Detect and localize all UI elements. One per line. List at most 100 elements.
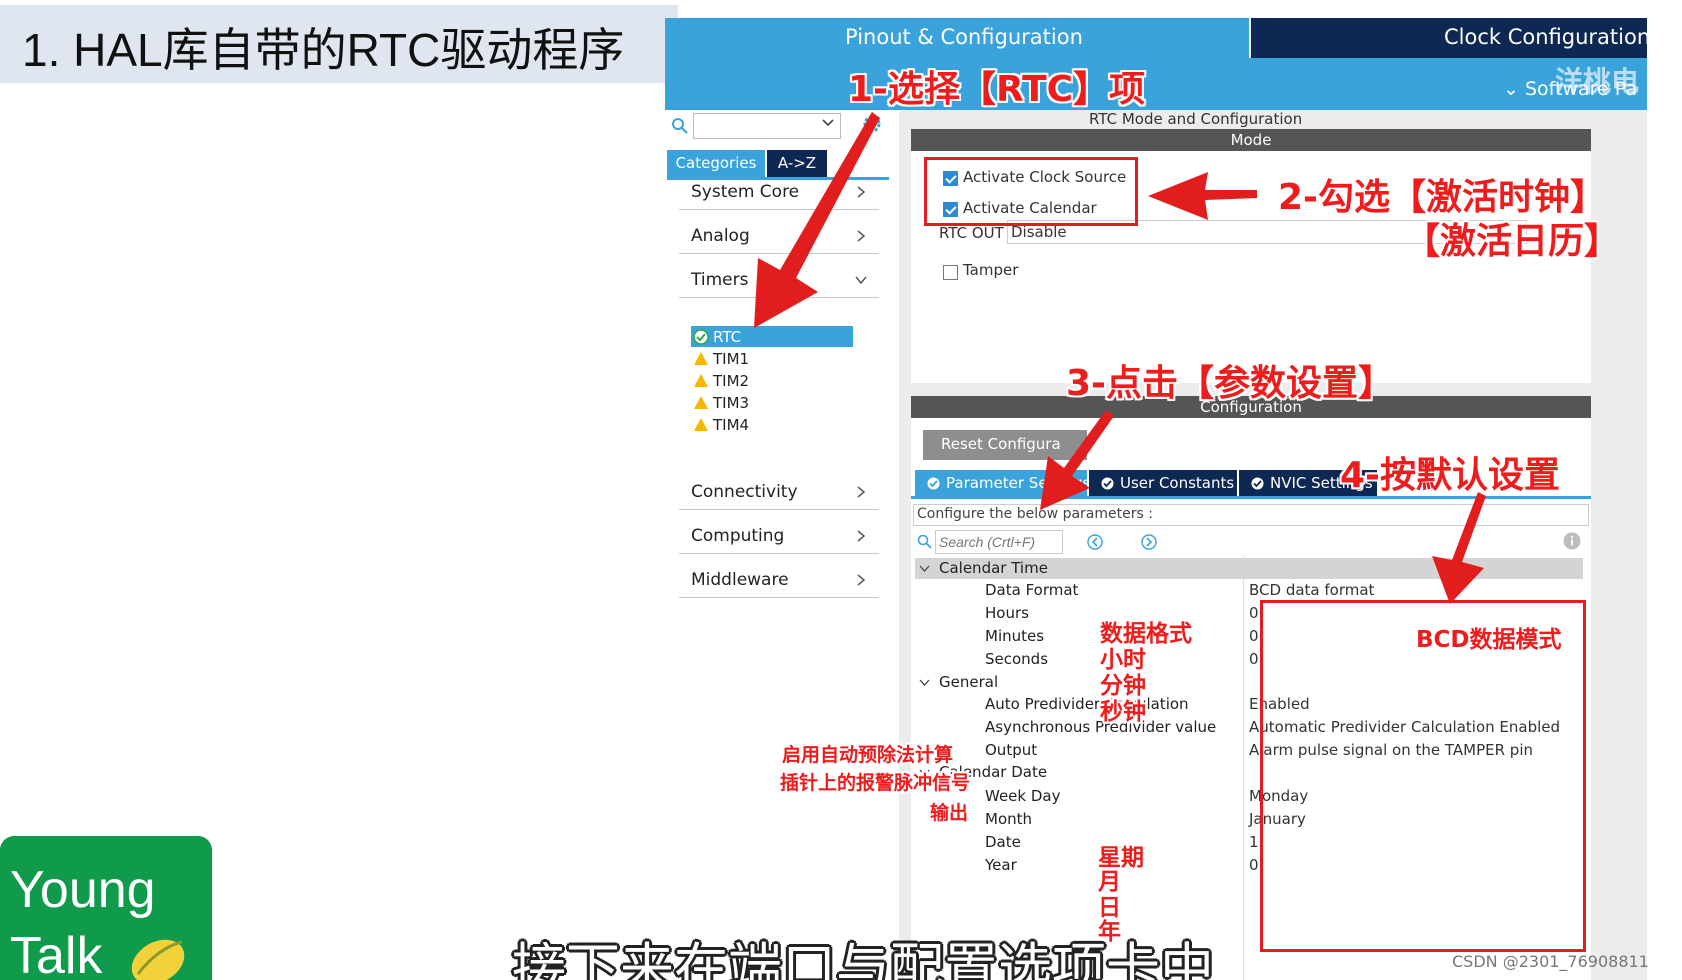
chevron-down-icon [919, 679, 930, 686]
a-z-button[interactable]: A->Z [767, 150, 827, 177]
check-circle-icon [1101, 477, 1114, 490]
group-calendar-time[interactable]: Calendar Time [915, 558, 1583, 579]
param-date: Date [985, 833, 1021, 851]
category-search-combo[interactable] [693, 113, 841, 139]
annotation-step3: 3-点击【参数设置】 [1066, 363, 1394, 404]
chevron-down-icon: ⌄ [1503, 78, 1525, 100]
annotation-seconds: 秒钟 [1100, 699, 1146, 725]
chevron-right-icon [857, 574, 866, 586]
chevron-right-icon [857, 186, 866, 198]
tab-label: User Constants [1120, 474, 1235, 492]
reset-configuration-button[interactable]: Reset Configura [923, 430, 1087, 460]
tab-user-constants[interactable]: User Constants [1089, 470, 1237, 496]
csdn-credit: CSDN @2301_76908811 [1452, 952, 1649, 971]
annotation-auto-predivider: 启用自动预除法计算 [782, 744, 954, 766]
param-auto-predivider: Auto Predivider Calculation [985, 695, 1189, 713]
timer-label: RTC [713, 328, 742, 346]
category-label: Timers [691, 270, 749, 290]
param-year: Year [985, 856, 1017, 874]
tab-clock-configuration[interactable]: Clock Configuration [1251, 18, 1647, 58]
category-label: Analog [691, 226, 750, 246]
tamper-checkbox[interactable] [943, 265, 958, 280]
category-analog[interactable]: Analog [679, 218, 879, 254]
category-connectivity[interactable]: Connectivity [679, 474, 879, 510]
tab-label: Parameter Settings [946, 474, 1091, 492]
watermark: 洋桃电 [1555, 65, 1640, 98]
logo-text-line2: Talk [10, 927, 103, 980]
param-data-format: Data Format [985, 581, 1079, 599]
chevron-right-icon [857, 230, 866, 242]
video-subtitle: 接下来在端口与配置选项卡中 [512, 937, 1214, 980]
chevron-down-icon [855, 276, 867, 285]
tab-clock-label: Clock Configuration [1444, 25, 1647, 49]
timer-item-rtc[interactable]: RTC [691, 326, 853, 347]
annotation-step2-line2: 【激活日历】 [1404, 221, 1621, 262]
mode-header: Mode [911, 129, 1591, 151]
param-week-day: Week Day [985, 787, 1061, 805]
param-month: Month [985, 810, 1033, 828]
check-circle-icon [1251, 477, 1264, 490]
logo-text-line1: Young [10, 861, 156, 919]
param-year-value[interactable]: 0 [1249, 856, 1259, 874]
param-seconds-value[interactable]: 0 [1249, 650, 1259, 668]
category-label: Computing [691, 526, 785, 546]
search-icon [917, 534, 932, 549]
timer-item-tim3[interactable]: TIM3 [691, 392, 853, 413]
tab-pinout-label: Pinout & Configuration [845, 25, 1083, 49]
youngtalk-logo: Young Talk [0, 836, 212, 980]
chevron-down-icon [919, 565, 930, 572]
timer-label: TIM2 [713, 372, 750, 390]
param-minutes-value[interactable]: 0 [1249, 627, 1259, 645]
timer-item-tim2[interactable]: TIM2 [691, 370, 853, 391]
group-label: Calendar Time [939, 559, 1048, 577]
param-minutes: Minutes [985, 627, 1045, 645]
search-icon [672, 118, 688, 134]
tab-parameter-settings[interactable]: Parameter Settings [915, 470, 1091, 496]
annotation-bcd-mode: BCD数据模式 [1416, 627, 1562, 653]
categories-button[interactable]: Categories [667, 150, 765, 177]
category-computing[interactable]: Computing [679, 518, 879, 554]
param-hours-value[interactable]: 0 [1249, 604, 1259, 622]
annotation-step1: 1-选择【RTC】项 [848, 69, 1146, 110]
category-timers[interactable]: Timers [679, 262, 879, 298]
arrow-right-circle-icon[interactable] [1141, 534, 1157, 550]
chevron-down-icon[interactable] [821, 116, 835, 130]
panel-title: RTC Mode and Configuration [1089, 110, 1303, 128]
param-data-format-value[interactable]: BCD data format [1249, 581, 1374, 599]
chevron-right-icon [857, 486, 866, 498]
configure-hint: Configure the below parameters : [913, 504, 1589, 526]
timer-label: TIM1 [713, 350, 750, 368]
param-hours: Hours [985, 604, 1029, 622]
highlight-box-activate [924, 157, 1138, 226]
annotation-alarm-pin: 插针上的报警脉冲信号 [780, 772, 971, 794]
starfruit-icon [131, 939, 185, 980]
info-icon[interactable] [1563, 532, 1581, 550]
param-date-value[interactable]: 1 [1249, 833, 1259, 851]
sub-toolbar: ⌄ Software Pa 洋桃电 [665, 58, 1647, 110]
warning-icon [694, 374, 708, 387]
rtc-out-label: RTC OUT [939, 224, 1004, 242]
category-middleware[interactable]: Middleware [679, 562, 879, 598]
timer-label: TIM4 [713, 416, 750, 434]
category-system-core[interactable]: System Core [679, 174, 879, 210]
param-seconds: Seconds [985, 650, 1049, 668]
arrow-left-circle-icon[interactable] [1087, 534, 1103, 550]
param-output: Output [985, 741, 1038, 759]
check-circle-icon [693, 329, 709, 345]
annotation-step4: 4-按默认设置 [1340, 455, 1560, 496]
slide-title: 1. HAL库自带的RTC驱动程序 [22, 24, 625, 76]
tab-pinout-configuration[interactable]: Pinout & Configuration [665, 18, 1249, 58]
timer-item-tim1[interactable]: TIM1 [691, 348, 853, 369]
warning-icon [694, 352, 708, 365]
gear-icon[interactable] [861, 113, 883, 135]
category-label: System Core [691, 182, 800, 202]
parameter-search-input[interactable] [935, 530, 1063, 554]
timer-item-tim4[interactable]: TIM4 [691, 414, 853, 435]
warning-icon [694, 396, 708, 409]
chevron-right-icon [857, 530, 866, 542]
category-label: Middleware [691, 570, 789, 590]
check-circle-icon [927, 477, 940, 490]
timer-label: TIM3 [713, 394, 750, 412]
group-label: General [939, 673, 999, 691]
category-label: Connectivity [691, 482, 798, 502]
